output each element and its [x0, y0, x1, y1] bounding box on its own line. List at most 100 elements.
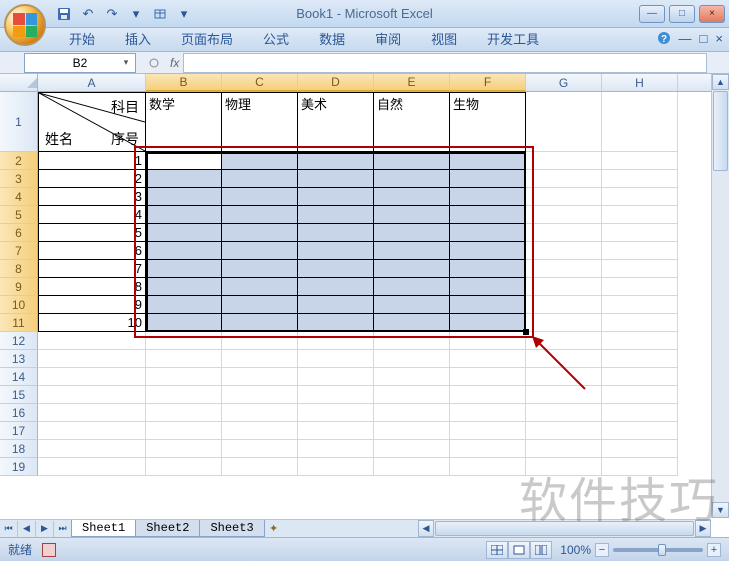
cell[interactable]: 数学: [146, 92, 222, 152]
cell[interactable]: 8: [38, 278, 146, 296]
cell[interactable]: [450, 332, 526, 350]
minimize-button[interactable]: —: [639, 5, 665, 23]
cell[interactable]: 10: [38, 314, 146, 332]
cell[interactable]: [602, 386, 678, 404]
sheet-tab-3[interactable]: Sheet3: [199, 520, 264, 537]
cell[interactable]: [602, 170, 678, 188]
cell[interactable]: [222, 440, 298, 458]
cell[interactable]: [298, 440, 374, 458]
cell[interactable]: [526, 422, 602, 440]
cell[interactable]: [298, 350, 374, 368]
tab-home[interactable]: 开始: [54, 25, 110, 51]
cell[interactable]: [374, 206, 450, 224]
cell[interactable]: [602, 224, 678, 242]
cell[interactable]: [450, 170, 526, 188]
cell[interactable]: [298, 278, 374, 296]
vertical-scrollbar[interactable]: ▲ ▼: [711, 74, 729, 518]
cell[interactable]: [38, 440, 146, 458]
cell[interactable]: [222, 422, 298, 440]
col-header-B[interactable]: B: [146, 74, 222, 91]
cell[interactable]: 7: [38, 260, 146, 278]
tab-review[interactable]: 审阅: [360, 25, 416, 51]
cell[interactable]: [526, 92, 602, 152]
cell[interactable]: [222, 404, 298, 422]
cell[interactable]: [298, 242, 374, 260]
cell[interactable]: 1: [38, 152, 146, 170]
cell[interactable]: [374, 350, 450, 368]
cell[interactable]: [450, 152, 526, 170]
cell[interactable]: [526, 350, 602, 368]
cell[interactable]: [374, 332, 450, 350]
cell[interactable]: [298, 206, 374, 224]
cell[interactable]: [526, 440, 602, 458]
sheet-tab-1[interactable]: Sheet1: [71, 520, 136, 537]
cell[interactable]: [526, 368, 602, 386]
cell[interactable]: [38, 422, 146, 440]
cell[interactable]: [146, 224, 222, 242]
cell[interactable]: [374, 386, 450, 404]
cell[interactable]: [38, 386, 146, 404]
cell[interactable]: [222, 314, 298, 332]
cell[interactable]: [602, 332, 678, 350]
cell[interactable]: [222, 368, 298, 386]
zoom-percent[interactable]: 100%: [560, 543, 591, 557]
row-header-15[interactable]: 15: [0, 386, 38, 404]
row-header-12[interactable]: 12: [0, 332, 38, 350]
cell[interactable]: [374, 314, 450, 332]
cell[interactable]: [146, 188, 222, 206]
view-normal-button[interactable]: [486, 541, 508, 559]
cell[interactable]: [526, 188, 602, 206]
inner-restore-button[interactable]: □: [700, 31, 708, 48]
row-header-3[interactable]: 3: [0, 170, 38, 188]
cell[interactable]: [450, 224, 526, 242]
help-button[interactable]: ?: [657, 31, 671, 48]
col-header-D[interactable]: D: [298, 74, 374, 91]
cell[interactable]: [222, 206, 298, 224]
row-header-9[interactable]: 9: [0, 278, 38, 296]
row-header-16[interactable]: 16: [0, 404, 38, 422]
office-button[interactable]: [4, 4, 46, 46]
cell[interactable]: [222, 242, 298, 260]
cell[interactable]: [146, 206, 222, 224]
redo-button[interactable]: ↷: [102, 4, 122, 24]
row-header-10[interactable]: 10: [0, 296, 38, 314]
cell[interactable]: [374, 242, 450, 260]
cell[interactable]: 自然: [374, 92, 450, 152]
cell[interactable]: [602, 404, 678, 422]
cell[interactable]: [374, 296, 450, 314]
cell[interactable]: [146, 458, 222, 476]
zoom-out-button[interactable]: −: [595, 543, 609, 557]
cell[interactable]: [38, 350, 146, 368]
row-header-19[interactable]: 19: [0, 458, 38, 476]
cell[interactable]: [602, 350, 678, 368]
cell[interactable]: [146, 314, 222, 332]
cell[interactable]: [222, 296, 298, 314]
maximize-button[interactable]: □: [669, 5, 695, 23]
col-header-E[interactable]: E: [374, 74, 450, 91]
cell[interactable]: [38, 404, 146, 422]
row-header-8[interactable]: 8: [0, 260, 38, 278]
row-header-6[interactable]: 6: [0, 224, 38, 242]
name-box-dropdown-icon[interactable]: ▾: [119, 56, 133, 70]
cell[interactable]: 2: [38, 170, 146, 188]
cell[interactable]: [222, 224, 298, 242]
tab-insert[interactable]: 插入: [110, 25, 166, 51]
cell[interactable]: [146, 242, 222, 260]
spreadsheet-grid[interactable]: A B C D E F G H 1科目姓名序号数学物理美术自然生物2132435…: [0, 74, 729, 534]
col-header-G[interactable]: G: [526, 74, 602, 91]
cell[interactable]: [450, 278, 526, 296]
tab-view[interactable]: 视图: [416, 25, 472, 51]
tab-pagelayout[interactable]: 页面布局: [166, 25, 248, 51]
sheet-nav-prev[interactable]: ◀: [18, 521, 36, 537]
tab-data[interactable]: 数据: [304, 25, 360, 51]
cell[interactable]: [526, 296, 602, 314]
name-box[interactable]: B2 ▾: [24, 53, 136, 73]
fx-label[interactable]: fx: [170, 56, 179, 70]
row-header-5[interactable]: 5: [0, 206, 38, 224]
cell[interactable]: [526, 170, 602, 188]
cell[interactable]: [222, 170, 298, 188]
col-header-H[interactable]: H: [602, 74, 678, 91]
cell[interactable]: [146, 386, 222, 404]
formula-bar-input[interactable]: [183, 53, 707, 73]
cell[interactable]: [146, 170, 222, 188]
